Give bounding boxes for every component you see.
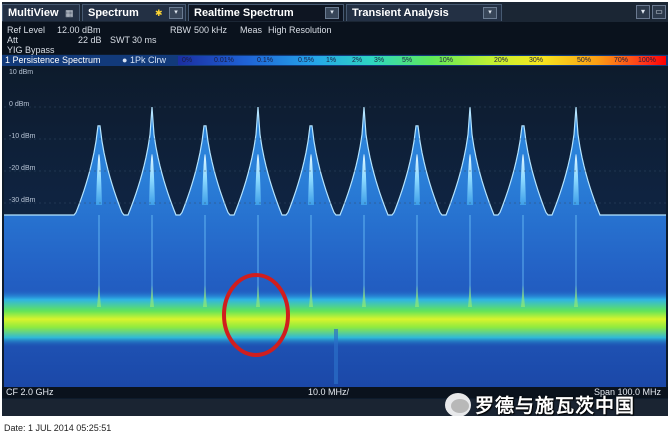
star-icon: ✱: [155, 8, 163, 18]
y-axis-label: -30 dBm: [9, 197, 36, 204]
rbw-value: 500 kHz: [194, 25, 228, 35]
center-frequency: CF 2.0 GHz: [6, 387, 54, 397]
tab-spectrum[interactable]: Spectrum ✱ ▾: [82, 4, 186, 21]
scale-label: 100%: [638, 57, 656, 64]
scale-label: 30%: [529, 57, 544, 64]
capture-date: Date: 1 JUL 2014 05:25:51: [4, 423, 112, 433]
transient-trace: [334, 329, 338, 384]
meas-value: High Resolution: [268, 25, 332, 35]
scale-label: 0.5%: [298, 57, 314, 64]
minimize-button[interactable]: ▾: [636, 5, 650, 19]
trace-detector-label: 1Pk Clrw: [129, 55, 166, 65]
wechat-logo-icon: [451, 399, 469, 413]
tab-multiview[interactable]: MultiView ▦: [2, 4, 80, 21]
settings-panel: Ref Level 12.00 dBm Att 22 dB SWT 30 ms …: [2, 22, 668, 55]
trace-title: 1 Persistence Spectrum: [5, 55, 101, 65]
ref-level-label: Ref Level: [7, 25, 46, 35]
scale-label: 0%: [182, 57, 193, 64]
tab-realtime-menu-button[interactable]: ▾: [325, 7, 339, 19]
y-axis-label: -20 dBm: [9, 165, 36, 172]
watermark-text: 罗德与施瓦茨中国: [475, 395, 636, 417]
swt-label: SWT: [110, 35, 130, 45]
y-axis-label: -10 dBm: [9, 133, 36, 140]
spectrum-display: [4, 67, 666, 387]
persistence-color-bar: [178, 56, 666, 65]
grid-icon: ▦: [65, 8, 74, 18]
persistence-spectrum-plot[interactable]: 10 dBm 0 dBm -10 dBm -20 dBm -30 dBm: [4, 67, 666, 387]
split-view-icon: ▭: [655, 7, 663, 16]
y-axis-label: 10 dBm: [9, 69, 34, 76]
swt-value: 30 ms: [132, 35, 157, 45]
scale-label: 0.1%: [257, 57, 273, 64]
tab-transient-menu-button[interactable]: ▾: [483, 7, 497, 19]
tab-transient-analysis[interactable]: Transient Analysis ▾: [346, 4, 502, 21]
split-view-button[interactable]: ▭: [652, 5, 666, 19]
att-label: Att: [7, 35, 19, 45]
trace-detector: ● 1Pk Clrw: [122, 55, 166, 65]
tab-bar: MultiView ▦ Spectrum ✱ ▾ Realtime Spectr…: [2, 2, 668, 22]
frequency-per-division: 10.0 MHz/: [308, 387, 350, 397]
watermark: 罗德与施瓦茨中国: [445, 391, 667, 419]
meas-label: Meas: [240, 25, 263, 35]
y-axis-label: 0 dBm: [9, 101, 30, 108]
tab-spectrum-label: Spectrum: [88, 7, 139, 19]
scale-label: 10%: [439, 57, 454, 64]
rbw-label: RBW: [170, 25, 191, 35]
ref-level-value: 12.00 dBm: [57, 25, 101, 35]
scale-label: 20%: [494, 57, 509, 64]
minimize-icon: ▾: [640, 7, 645, 16]
yig-bypass-label: YIG Bypass: [7, 45, 55, 55]
scale-label: 0.01%: [214, 57, 234, 64]
tab-realtime-label: Realtime Spectrum: [194, 7, 294, 19]
scale-label: 3%: [374, 57, 385, 64]
att-value: 22 dB: [78, 35, 102, 45]
scale-label: 50%: [577, 57, 592, 64]
scale-label: 70%: [614, 57, 629, 64]
tab-transient-label: Transient Analysis: [352, 7, 449, 19]
scale-label: 2%: [352, 57, 363, 64]
scale-label: 1%: [326, 57, 337, 64]
tab-realtime-spectrum[interactable]: Realtime Spectrum ▾: [188, 4, 344, 21]
tab-multiview-label: MultiView: [8, 7, 59, 19]
tab-spectrum-menu-button[interactable]: ▾: [169, 7, 183, 19]
scale-label: 5%: [402, 57, 413, 64]
analyzer-window: MultiView ▦ Spectrum ✱ ▾ Realtime Spectr…: [2, 2, 668, 416]
